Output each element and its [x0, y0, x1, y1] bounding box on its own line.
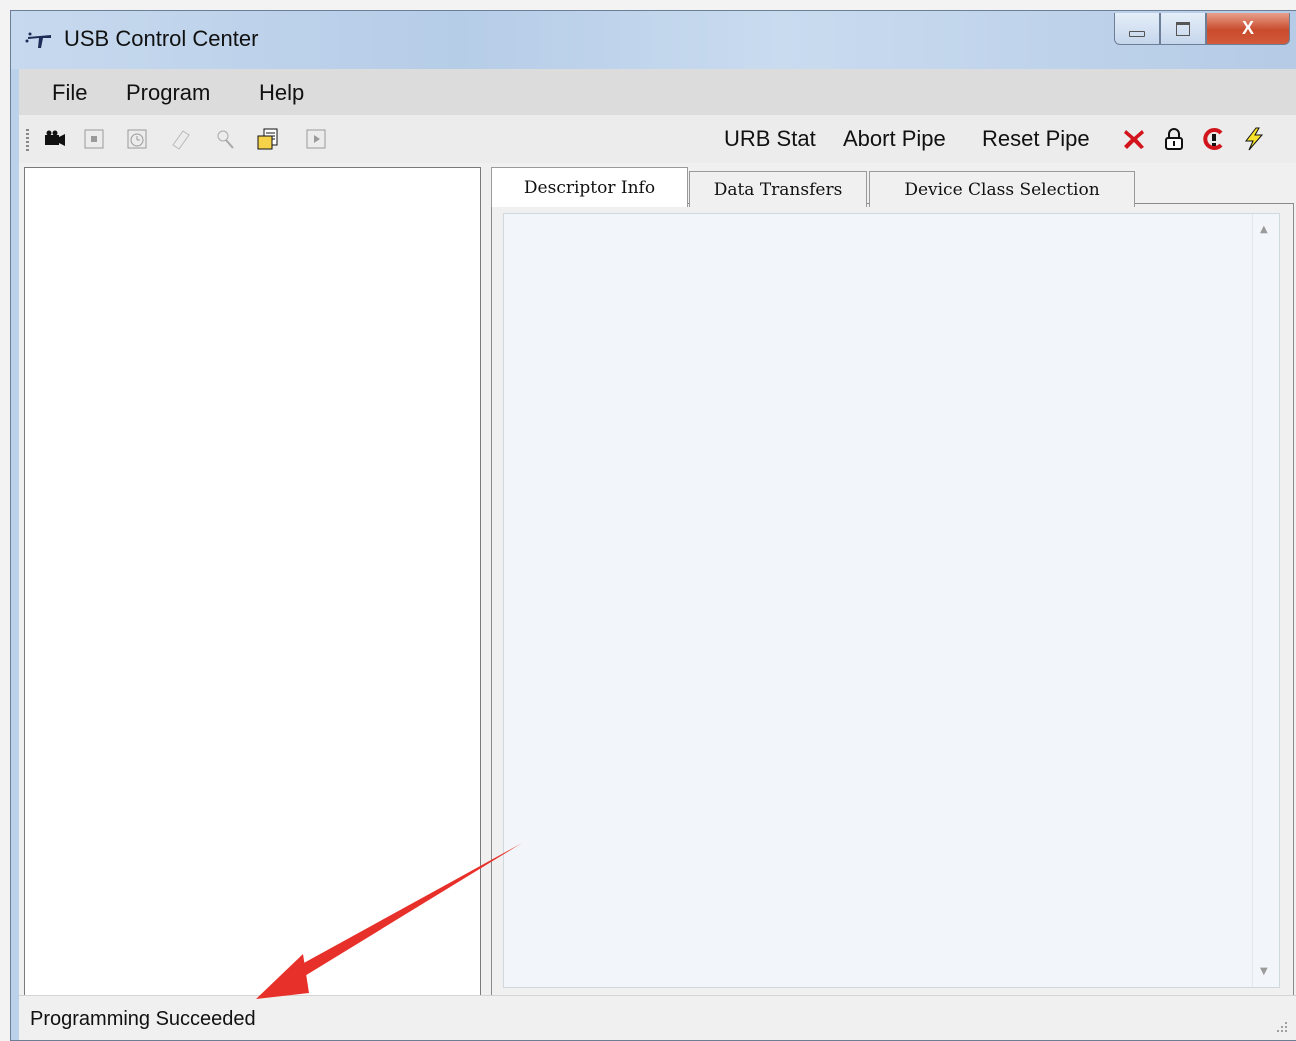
toolbar-grip[interactable] — [26, 129, 29, 151]
tab-device-class-selection[interactable]: Device Class Selection — [869, 171, 1135, 207]
abort-pipe-button[interactable]: Abort Pipe — [843, 126, 946, 152]
scroll-up-icon[interactable]: ▲ — [1260, 224, 1268, 235]
status-bar: Programming Succeeded — [19, 995, 1296, 1040]
document-icon[interactable] — [256, 127, 280, 151]
red-x-icon[interactable] — [1122, 127, 1146, 151]
device-tree-panel[interactable] — [24, 167, 481, 996]
play-icon[interactable] — [304, 127, 328, 151]
lightning-icon[interactable] — [1242, 127, 1266, 151]
tab-descriptor-info[interactable]: Descriptor Info — [491, 167, 688, 207]
search-icon[interactable] — [213, 127, 237, 151]
red-c-icon[interactable] — [1202, 127, 1226, 151]
resize-grip-icon[interactable] — [1274, 1018, 1288, 1032]
menu-program[interactable]: Program — [126, 80, 210, 106]
reset-pipe-button[interactable]: Reset Pipe — [982, 126, 1090, 152]
menu-file[interactable]: File — [52, 80, 87, 106]
minimize-icon — [1129, 30, 1145, 37]
client-area: File Program Help URB Stat Abort Pipe Re… — [19, 69, 1296, 1040]
maximize-icon — [1176, 21, 1190, 36]
urb-stat-button[interactable]: URB Stat — [724, 126, 816, 152]
window-controls: X — [1114, 13, 1290, 45]
window-title: USB Control Center — [64, 26, 259, 51]
title-bar[interactable]: USB Control Center X — [11, 11, 1296, 69]
vertical-scrollbar[interactable]: ▲ ▼ — [1252, 214, 1279, 987]
tab-data-transfers[interactable]: Data Transfers — [689, 171, 867, 207]
usb-app-icon — [25, 29, 55, 51]
descriptor-info-textbox[interactable]: ▲ ▼ — [503, 213, 1280, 988]
menu-bar: File Program Help — [19, 69, 1296, 115]
camera-icon[interactable] — [43, 127, 67, 151]
lock-icon[interactable] — [1162, 127, 1186, 151]
application-window: USB Control Center X File Program Help U… — [10, 10, 1296, 1041]
close-button[interactable]: X — [1206, 13, 1290, 45]
stop-icon[interactable] — [82, 127, 106, 151]
close-icon: X — [1241, 18, 1254, 38]
toolbar: URB Stat Abort Pipe Reset Pipe — [19, 115, 1296, 163]
timer-icon[interactable] — [125, 127, 149, 151]
maximize-button[interactable] — [1160, 13, 1206, 45]
status-message: Programming Succeeded — [30, 1008, 256, 1030]
menu-help[interactable]: Help — [259, 80, 304, 106]
scroll-down-icon[interactable]: ▼ — [1260, 966, 1268, 977]
minimize-button[interactable] — [1114, 13, 1160, 45]
erase-icon[interactable] — [169, 127, 193, 151]
